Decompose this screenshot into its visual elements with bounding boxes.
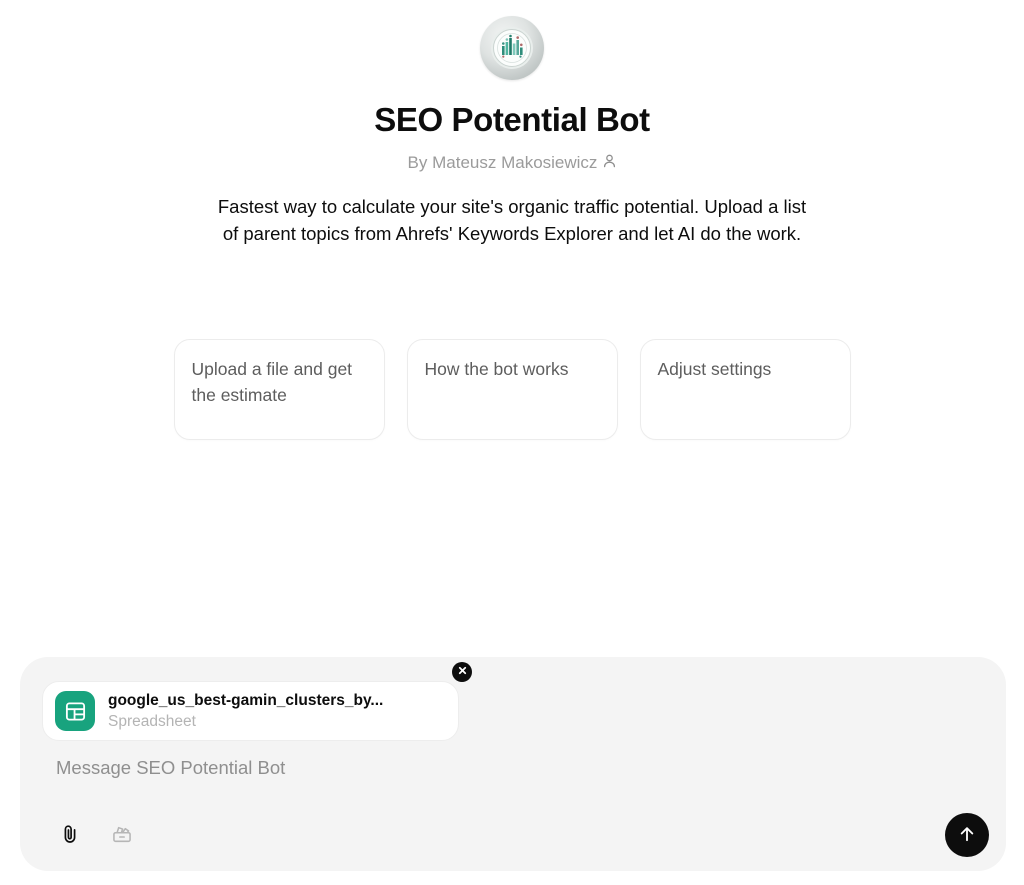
attachment-chip[interactable]: google_us_best-gamin_clusters_by... Spre… <box>42 681 459 741</box>
composer-actions <box>56 821 136 849</box>
attachment-meta: google_us_best-gamin_clusters_by... Spre… <box>108 691 383 732</box>
attachment-filetype: Spreadsheet <box>108 712 196 730</box>
attach-file-button[interactable] <box>56 821 84 849</box>
suggestion-card-how-it-works[interactable]: How the bot works <box>406 339 618 440</box>
paperclip-icon <box>59 823 81 848</box>
close-icon <box>457 663 468 681</box>
bot-title: SEO Potential Bot <box>374 101 650 138</box>
suggestion-label: How the bot works <box>424 359 569 379</box>
person-icon <box>603 152 616 174</box>
tools-button[interactable] <box>108 821 136 849</box>
arrow-up-icon <box>957 824 977 847</box>
bot-byline: By Mateusz Makosiewicz <box>408 151 617 174</box>
suggestion-label: Adjust settings <box>657 359 772 379</box>
spreadsheet-icon <box>55 691 95 731</box>
byline-author: By Mateusz Makosiewicz <box>407 152 598 172</box>
suggestion-card-adjust-settings[interactable]: Adjust settings <box>639 339 851 440</box>
toolbox-icon <box>111 823 133 848</box>
suggestion-cards: Upload a file and get the estimate How t… <box>0 339 1024 440</box>
send-button[interactable] <box>945 813 989 857</box>
suggestion-label: Upload a file and get the estimate <box>191 359 353 405</box>
chat-intro-page: SEO Potential Bot By Mateusz Makosiewicz… <box>0 0 1024 885</box>
attachment-row: google_us_best-gamin_clusters_by... Spre… <box>34 671 459 741</box>
message-composer: google_us_best-gamin_clusters_by... Spre… <box>20 657 1006 871</box>
bar-chart-emblem-icon <box>489 25 535 71</box>
bot-intro-header: SEO Potential Bot By Mateusz Makosiewicz… <box>0 0 1024 247</box>
bot-avatar <box>480 16 544 80</box>
suggestion-card-upload[interactable]: Upload a file and get the estimate <box>173 339 385 440</box>
message-input[interactable]: Message SEO Potential Bot <box>56 755 992 781</box>
attachment-filename: google_us_best-gamin_clusters_by... <box>108 691 384 709</box>
remove-attachment-button[interactable] <box>452 662 472 682</box>
bot-description: Fastest way to calculate your site's org… <box>217 196 807 244</box>
